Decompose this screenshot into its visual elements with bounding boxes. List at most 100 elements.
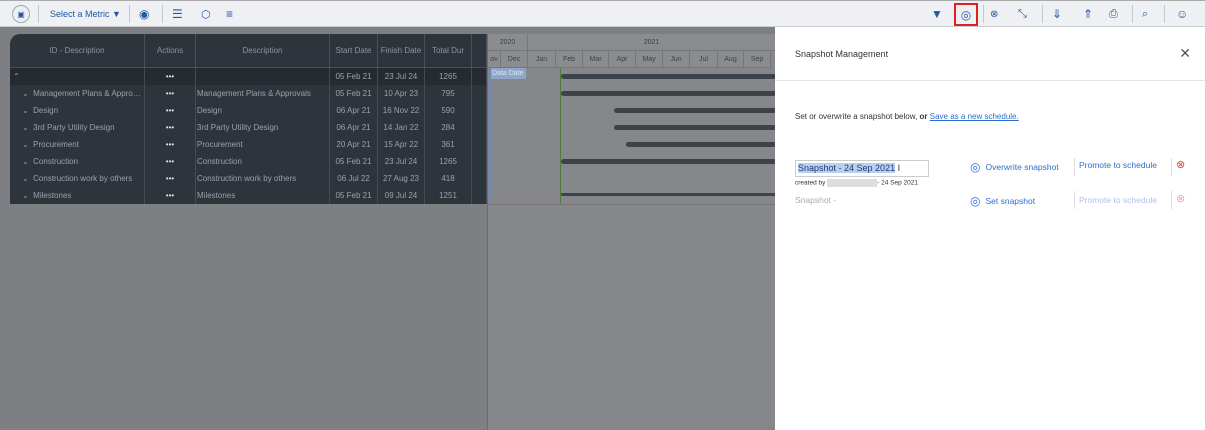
snapshot-name-input[interactable]: Snapshot - 24 Sep 2021 I [795,160,929,177]
data-date-line [490,68,491,204]
table-row[interactable]: ⌄ Milestones ••• Milestones 05 Feb 21 09 Jul… [10,187,487,204]
data-date-label: Data Date [490,68,526,79]
expand-icon[interactable]: ⌄ [22,174,29,183]
import-icon[interactable]: ⇓ [1052,5,1062,23]
actions-menu[interactable]: ••• [145,68,196,85]
start-date-cell: 05 Feb 21 [330,153,378,170]
table-row[interactable]: ⌄ 3rd Party Utility Design ••• 3rd Party U… [10,119,487,136]
month-header: Jun [663,51,690,68]
close-icon[interactable]: ✕ [1179,45,1191,62]
description-cell: Milestones [196,187,330,204]
table-row[interactable]: ⌄ Procurement ••• Procurement 20 Apr 21 15 A… [10,136,487,153]
col-finish[interactable]: Finish Date [378,34,425,68]
promote-to-schedule-button[interactable]: Promote to schedule [1079,160,1157,170]
print-icon[interactable]: ⎙ [1109,5,1118,23]
snapshot-icon[interactable]: ◎ [954,3,978,26]
start-date-cell: 05 Feb 21 [330,187,378,204]
promote-to-schedule-button-disabled: Promote to schedule [1079,195,1157,205]
collapse-icon[interactable]: ⤡ [1018,5,1027,23]
duration-cell: 1265 [425,153,472,170]
description-cell [196,68,330,85]
help-icon[interactable]: ☺ [1176,5,1188,23]
expand-icon[interactable]: ⌄ [22,89,29,98]
save-as-new-schedule-link[interactable]: Save as a new schedule. [930,112,1019,121]
duration-cell: 284 [425,119,472,136]
col-id[interactable]: ID - Description [10,34,145,68]
table-row[interactable]: ⌄ Management Plans & Appro… ••• Management… [10,85,487,102]
table-row[interactable]: ⌃ ••• 05 Feb 21 23 Jul 24 1265 [10,68,487,85]
table-row[interactable]: ⌄ Design ••• Design 06 Apr 21 16 Nov 22 590 [10,102,487,119]
search-icon[interactable]: ⌕ [1142,5,1148,23]
col-duration[interactable]: Total Dur [425,34,472,68]
expand-icon[interactable]: ⌄ [22,140,29,149]
gantt-bar[interactable] [561,91,776,96]
description-cell: Construction work by others [196,170,330,187]
duration-cell: 418 [425,170,472,187]
schedule-table: ID - Description Actions Description Sta… [10,34,487,204]
gantt-bar[interactable] [561,159,776,164]
gantt-bar[interactable] [614,125,776,130]
start-date-cell: 06 Jul 22 [330,170,378,187]
filter-icon[interactable]: ▼ [931,5,943,23]
snapshot-icon: ◎ [970,194,981,208]
actions-menu[interactable]: ••• [145,170,196,187]
gantt-bar[interactable] [626,142,776,147]
col-extra[interactable] [472,34,487,68]
export-icon[interactable]: ⇑ [1083,5,1093,23]
month-header: Feb [556,51,583,68]
actions-menu[interactable]: ••• [145,187,196,204]
month-header: May [636,51,663,68]
duration-cell: 590 [425,102,472,119]
cube-icon[interactable]: ⬡ [201,5,211,23]
set-snapshot-button[interactable]: ◎ Set snapshot [970,194,1035,208]
snapshot-empty-name: Snapshot - [795,195,837,205]
actions-menu[interactable]: ••• [145,85,196,102]
delete-icon[interactable]: ⊗ [1176,158,1185,171]
expand-icon[interactable]: ⌄ [22,157,29,166]
finish-date-cell: 16 Nov 22 [378,102,425,119]
toolbar: ▣ Select a Metric ▼ ◉ ☰ ⬡ ≡ ▼ ◎ ⊗ ⤡ ⇓ ⇑ … [0,0,1205,27]
finish-date-cell: 15 Apr 22 [378,136,425,153]
collapse-icon[interactable]: ⌃ [13,72,20,81]
col-description[interactable]: Description [196,34,330,68]
gantt-bar[interactable] [614,108,776,113]
month-header: Sep [744,51,771,68]
gantt-icon[interactable]: ☰ [172,5,183,23]
expand-icon[interactable]: ⌄ [22,106,29,115]
finish-date-cell: 23 Jul 24 [378,153,425,170]
finish-date-cell: 27 Aug 23 [378,170,425,187]
gantt-bar[interactable] [561,74,776,79]
col-actions[interactable]: Actions [145,34,196,68]
sliders-icon[interactable]: ≡ [226,5,233,23]
month-header: Aug [718,51,744,68]
baseline-icon[interactable]: ⊗ [990,5,998,23]
overwrite-snapshot-button[interactable]: ◎ Overwrite snapshot [970,160,1059,174]
eye-icon[interactable]: ◉ [139,5,149,23]
actions-menu[interactable]: ••• [145,102,196,119]
start-date-cell: 06 Apr 21 [330,119,378,136]
table-row[interactable]: ⌄ Construction work by others ••• Construc… [10,170,487,187]
panel-title: Snapshot Management [795,49,889,59]
description-cell: Management Plans & Approvals [196,85,330,102]
delete-icon-disabled: ⊗ [1176,193,1186,205]
actions-menu[interactable]: ••• [145,153,196,170]
actions-menu[interactable]: ••• [145,119,196,136]
month-header: Jul [690,51,718,68]
actions-menu[interactable]: ••• [145,136,196,153]
month-header: Dec [501,51,528,68]
gantt-bar[interactable] [561,193,776,196]
expand-icon[interactable]: ⌄ [22,123,29,132]
finish-date-cell: 09 Jul 24 [378,187,425,204]
start-date-cell: 05 Feb 21 [330,85,378,102]
start-date-cell: 05 Feb 21 [330,68,378,85]
table-row[interactable]: ⌄ Construction ••• Construction 05 Feb 21 23… [10,153,487,170]
finish-date-cell: 14 Jan 22 [378,119,425,136]
metric-select[interactable]: Select a Metric ▼ [50,5,121,23]
snapshot-icon: ◎ [970,160,981,174]
expand-icon[interactable]: ⌄ [22,191,29,200]
start-date-cell: 20 Apr 21 [330,136,378,153]
home-icon[interactable]: ▣ [12,5,30,23]
finish-date-cell: 23 Jul 24 [378,68,425,85]
col-start[interactable]: Start Date [330,34,378,68]
description-cell: Construction [196,153,330,170]
